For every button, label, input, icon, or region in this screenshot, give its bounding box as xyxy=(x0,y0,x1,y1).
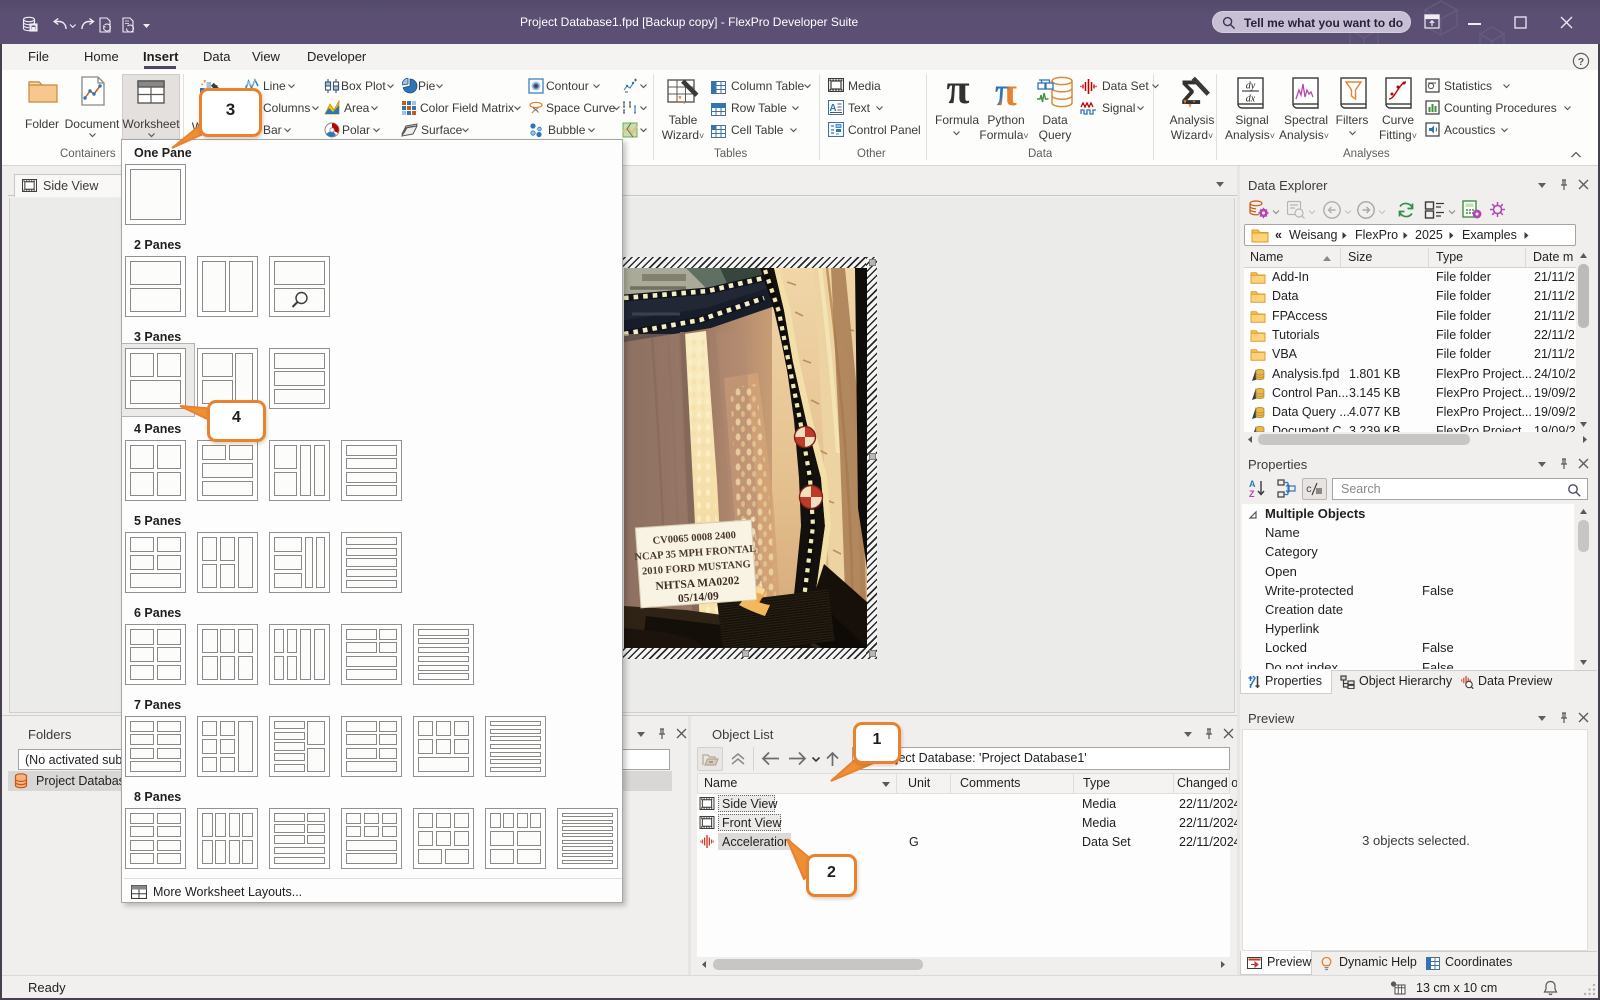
svg-text:dy: dy xyxy=(1246,81,1256,92)
svg-text:dx: dx xyxy=(1246,94,1256,105)
svg-text:?: ? xyxy=(1578,56,1584,68)
svg-text:π: π xyxy=(995,74,1017,110)
